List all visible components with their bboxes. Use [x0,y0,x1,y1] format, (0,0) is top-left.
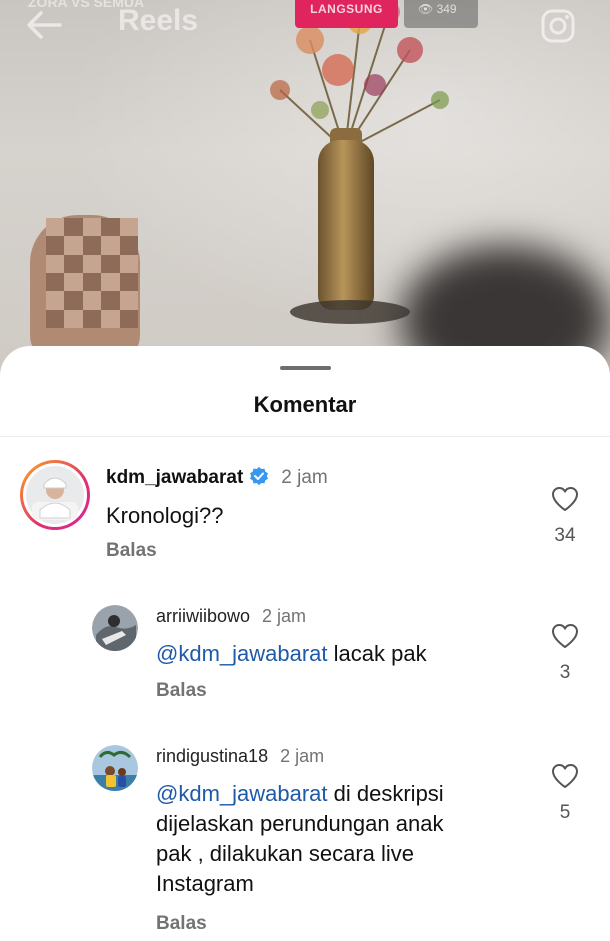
reply-item: rindigustina18 2 jam @kdm_jawabarat di de… [0,741,610,941]
comment-time: 2 jam [280,746,325,766]
reply-button[interactable]: Balas [106,540,157,562]
like-button[interactable]: 5 [550,763,580,824]
viewer-count-badge: 👁 349 [404,0,478,28]
comment-text-line: dijelaskan perundungan anak [156,811,444,836]
live-badge: LANGSUNG [295,0,398,28]
avatar [26,466,84,524]
comments-sheet: Komentar kdm_jawabarat 2 jam Kronologi??… [0,346,610,941]
heart-icon [552,624,578,648]
avatar[interactable] [92,745,138,791]
camera-icon[interactable] [540,8,576,44]
pixelated-face [46,218,138,328]
vase [318,140,374,310]
mention-link[interactable]: @kdm_jawabarat [156,641,328,666]
comment-text: @kdm_jawabarat di deskripsi dijelaskan p… [156,779,536,899]
comment-text-body: lacak pak [327,641,427,666]
like-count: 3 [559,662,571,683]
comment-username[interactable]: kdm_jawabarat [106,467,243,488]
heart-icon [552,487,578,511]
eye-icon: 👁 [418,2,434,16]
avatar[interactable] [92,605,138,651]
avatar-story-ring[interactable] [20,460,90,530]
comment-text-line: pak , dilakukan secara live [156,841,415,866]
comment-time: 2 jam [281,467,328,488]
like-count: 34 [554,525,576,546]
live-video-preview[interactable]: ZORA VS SEMUA Reels LANGSUNG 👁 349 [0,0,610,380]
comment-text-line: Instagram [156,871,254,896]
viewer-count: 349 [436,2,457,16]
comment-line: @kdm_jawabarat di deskripsi [156,779,536,809]
like-button[interactable]: 3 [550,623,580,684]
reels-title: Reels [118,4,199,37]
comment-text: Kronologi?? [106,503,224,528]
verified-badge-icon [250,467,269,485]
reply-item: arriiwiibowo 2 jam @kdm_jawabarat lacak p… [0,601,610,711]
like-count: 5 [559,802,571,823]
screen: ZORA VS SEMUA Reels LANGSUNG 👁 349 Komen… [0,0,610,941]
comment-text: @kdm_jawabarat lacak pak [156,639,427,669]
comment-time: 2 jam [262,606,307,626]
sheet-title: Komentar [253,392,357,417]
like-button[interactable]: 34 [550,486,580,547]
comment-text-line: di deskripsi [327,781,444,806]
sheet-drag-handle[interactable] [280,366,331,370]
heart-icon [552,764,578,788]
comment-item: kdm_jawabarat 2 jam Kronologi?? Balas 34 [0,456,610,576]
reply-button[interactable]: Balas [156,913,207,935]
mention-link[interactable]: @kdm_jawabarat [156,781,328,806]
reels-top-bar: ZORA VS SEMUA Reels LANGSUNG 👁 349 [0,0,610,50]
reply-button[interactable]: Balas [156,680,207,702]
vase-stand [290,300,410,324]
back-arrow-icon[interactable] [24,8,64,42]
comment-username[interactable]: rindigustina18 [156,746,268,766]
comment-username[interactable]: arriiwiibowo [156,606,250,626]
sheet-divider [0,436,610,437]
